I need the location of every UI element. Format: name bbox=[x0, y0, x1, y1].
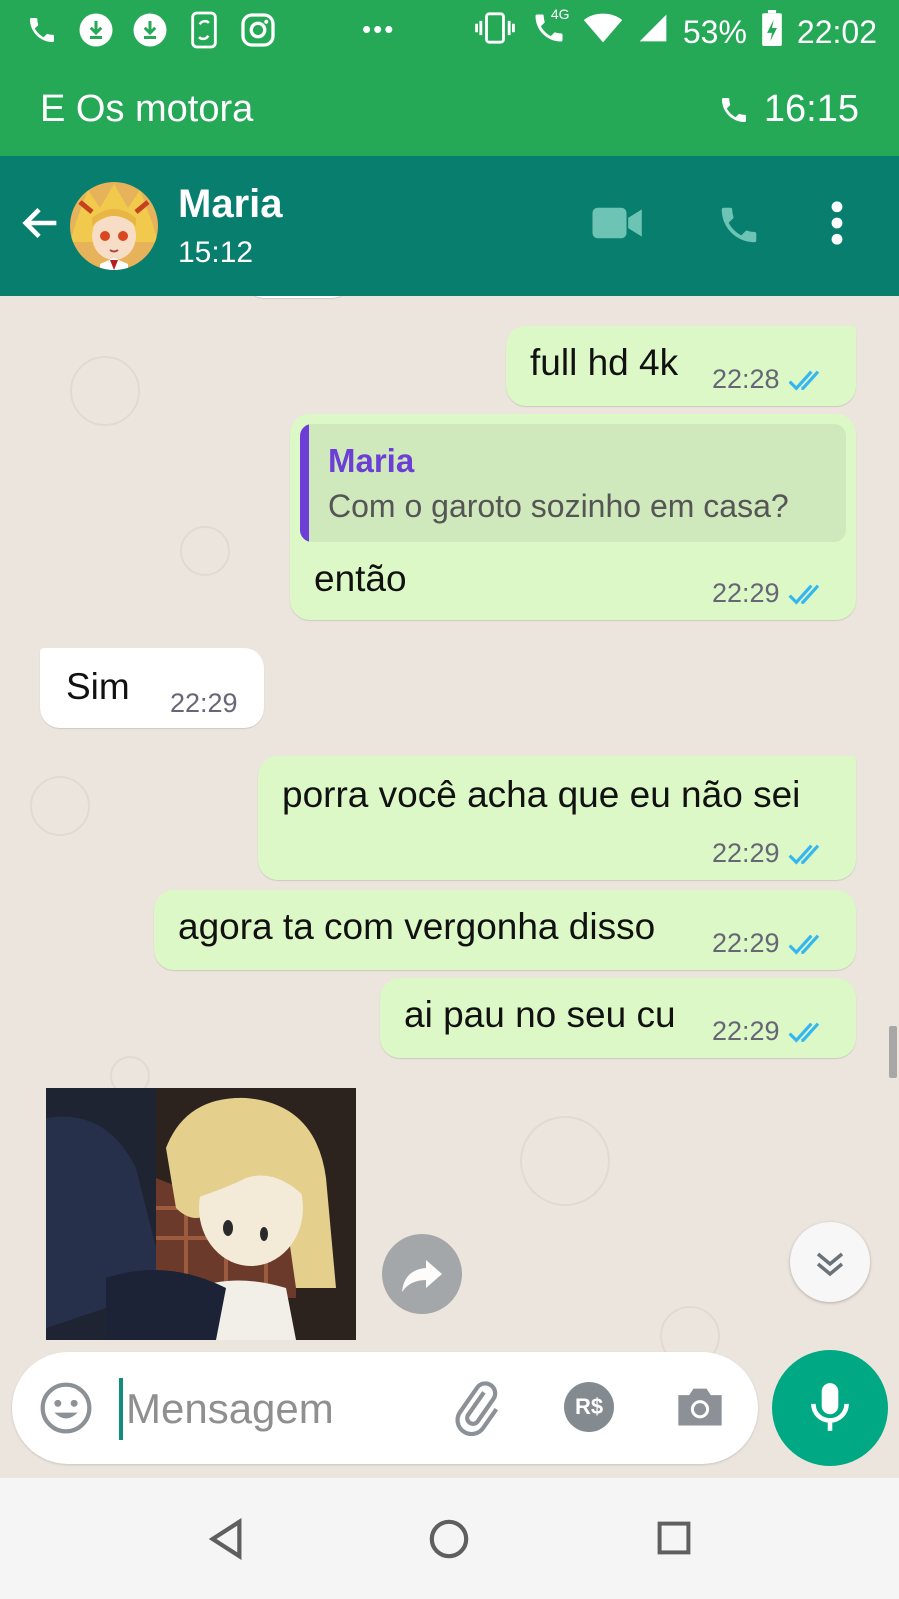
payment-icon[interactable]: R$ bbox=[564, 1382, 614, 1432]
nav-home-icon[interactable] bbox=[428, 1518, 470, 1565]
forward-button[interactable] bbox=[382, 1234, 462, 1314]
download-icon bbox=[78, 10, 114, 50]
message-time: 22:29 bbox=[712, 838, 780, 868]
chat-header: Maria 15:12 bbox=[0, 156, 899, 296]
phone-icon bbox=[24, 10, 60, 50]
message-text: porra você acha que eu não sei bbox=[282, 774, 801, 815]
phone-sync-icon bbox=[186, 10, 222, 50]
system-navigation-bar bbox=[0, 1478, 899, 1599]
scrollbar[interactable] bbox=[889, 1026, 897, 1078]
battery-icon bbox=[761, 10, 783, 54]
mic-icon bbox=[811, 1383, 849, 1431]
contact-subtitle: 15:12 bbox=[178, 236, 254, 269]
vibrate-icon bbox=[475, 11, 515, 53]
wallpaper-doodle bbox=[70, 356, 140, 426]
video-call-icon[interactable] bbox=[592, 206, 644, 245]
call-duration: 16:15 bbox=[718, 88, 859, 131]
attach-icon[interactable] bbox=[448, 1380, 504, 1441]
chat-messages[interactable]: full hd 4k 22:28 Maria Com o garoto sozi… bbox=[0, 296, 899, 1478]
wallpaper-doodle bbox=[180, 526, 230, 576]
contact-name[interactable]: Maria bbox=[178, 182, 283, 227]
message-text: então bbox=[314, 558, 407, 599]
message-bubble-incoming[interactable]: Sim 22:29 bbox=[40, 648, 264, 728]
status-system-icons: 4G 53% 22:02 bbox=[475, 6, 877, 54]
call-group-name: E Os motora bbox=[40, 88, 254, 130]
status-bar: ••• 4G 53% 22:02 bbox=[0, 0, 899, 66]
quote-accent-bar bbox=[300, 424, 309, 542]
message-text: ai pau no seu cu bbox=[404, 994, 676, 1035]
message-meta: 22:29 bbox=[712, 928, 828, 959]
battery-percent: 53% bbox=[682, 13, 747, 50]
message-time: 22:28 bbox=[712, 364, 780, 394]
quoted-text: Com o garoto sozinho em casa? bbox=[328, 488, 789, 524]
sticker-message[interactable] bbox=[46, 1088, 356, 1340]
back-arrow-icon[interactable] bbox=[18, 200, 64, 246]
avatar[interactable] bbox=[70, 182, 158, 270]
wifi-call-icon: 4G bbox=[529, 6, 570, 54]
download-icon bbox=[132, 10, 168, 50]
network-type: 4G bbox=[550, 6, 570, 22]
message-time: 22:29 bbox=[712, 578, 780, 608]
wallpaper-doodle bbox=[30, 776, 90, 836]
message-time: 22:29 bbox=[712, 928, 780, 958]
message-input[interactable] bbox=[126, 1374, 426, 1444]
more-notifications-icon: ••• bbox=[362, 14, 396, 44]
status-notification-icons bbox=[24, 10, 276, 50]
quoted-sender: Maria bbox=[328, 442, 415, 479]
read-receipt-icon bbox=[788, 584, 819, 605]
instagram-icon bbox=[240, 10, 276, 50]
quoted-message[interactable]: Maria Com o garoto sozinho em casa? bbox=[300, 424, 846, 542]
wifi-icon bbox=[583, 12, 623, 52]
message-bubble-partial bbox=[246, 296, 350, 298]
read-receipt-icon bbox=[788, 1022, 819, 1043]
mic-button[interactable] bbox=[772, 1350, 888, 1466]
message-meta: 22:29 bbox=[712, 1016, 828, 1047]
message-bubble-outgoing[interactable]: ai pau no seu cu 22:29 bbox=[380, 978, 856, 1058]
nav-recents-icon[interactable] bbox=[656, 1520, 692, 1561]
more-vert-icon[interactable] bbox=[830, 200, 844, 251]
message-meta: 22:29 bbox=[712, 578, 828, 609]
text-cursor bbox=[119, 1378, 123, 1440]
message-text: Sim bbox=[66, 666, 130, 707]
phone-icon bbox=[721, 97, 746, 122]
message-bubble-outgoing[interactable]: agora ta com vergonha disso 22:29 bbox=[154, 890, 856, 970]
message-bubble-outgoing[interactable]: Maria Com o garoto sozinho em casa? entã… bbox=[290, 414, 856, 620]
emoji-icon[interactable] bbox=[38, 1380, 94, 1441]
message-time: 22:29 bbox=[170, 688, 238, 718]
message-bubble-outgoing[interactable]: porra você acha que eu não sei 22:29 bbox=[258, 756, 856, 880]
message-text: full hd 4k bbox=[530, 342, 679, 383]
camera-icon[interactable] bbox=[674, 1382, 726, 1435]
wallpaper-doodle bbox=[520, 1116, 610, 1206]
message-meta: 22:29 bbox=[712, 838, 828, 869]
message-time: 22:29 bbox=[712, 1016, 780, 1046]
read-receipt-icon bbox=[788, 844, 819, 865]
message-composer: R$ bbox=[12, 1352, 758, 1464]
read-receipt-icon bbox=[788, 934, 819, 955]
nav-back-icon[interactable] bbox=[206, 1517, 246, 1565]
message-meta: 22:29 bbox=[170, 688, 238, 719]
scroll-to-bottom-button[interactable] bbox=[790, 1222, 870, 1302]
call-duration-text: 16:15 bbox=[763, 88, 859, 130]
ongoing-call-banner[interactable]: E Os motora 16:15 bbox=[0, 66, 899, 156]
message-meta: 22:28 bbox=[712, 364, 828, 395]
voice-call-icon[interactable] bbox=[716, 202, 762, 253]
message-bubble-outgoing[interactable]: full hd 4k 22:28 bbox=[506, 326, 856, 406]
clock: 22:02 bbox=[796, 13, 877, 50]
read-receipt-icon bbox=[788, 370, 819, 391]
signal-icon bbox=[637, 12, 669, 52]
message-text: agora ta com vergonha disso bbox=[178, 906, 656, 947]
